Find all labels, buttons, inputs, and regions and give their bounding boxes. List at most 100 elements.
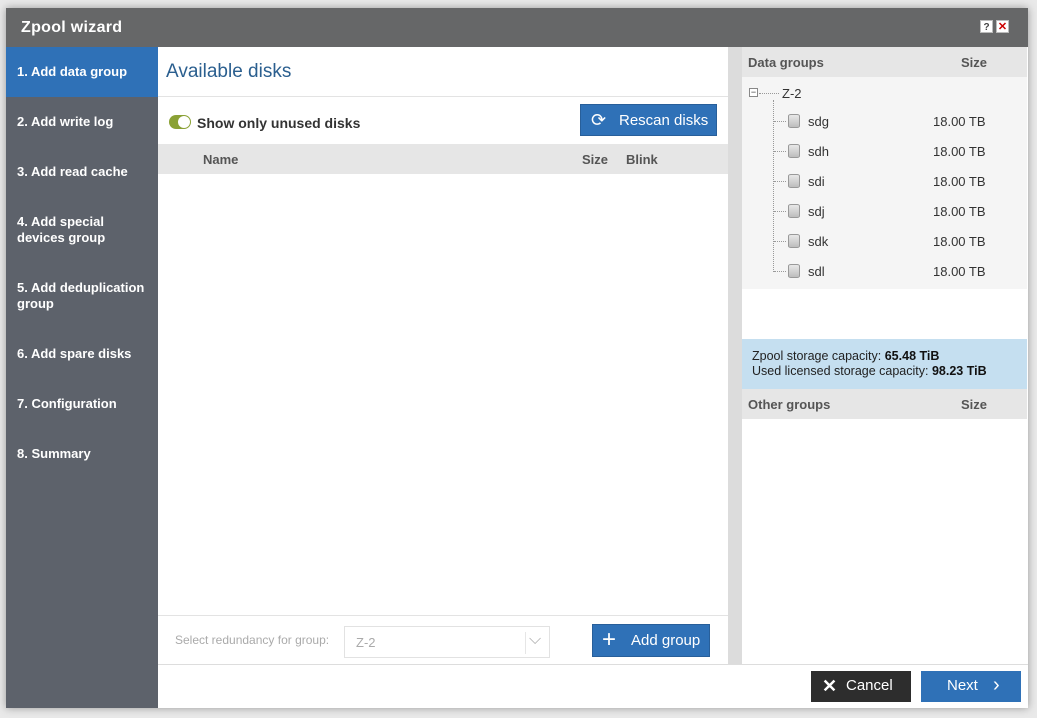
next-button[interactable]: Next › — [921, 671, 1021, 702]
zpool-wizard-dialog: Zpool wizard ? ✕ 1. Add data group 2. Ad… — [6, 8, 1028, 708]
disk-name: sdi — [808, 174, 825, 189]
tree-connector — [774, 271, 786, 272]
help-icon[interactable]: ? — [980, 20, 993, 33]
toggle-knob — [178, 116, 190, 128]
select-divider — [525, 632, 526, 654]
add-group-button[interactable]: + Add group — [592, 624, 710, 657]
step-label: 4. Add special devices group — [17, 214, 106, 245]
disk-size: 18.00 TB — [933, 114, 986, 129]
tree-connector — [774, 151, 786, 152]
step-add-deduplication-group[interactable]: 5. Add deduplication group — [6, 263, 146, 329]
step-label: 8. Summary — [17, 446, 91, 461]
disk-size: 18.00 TB — [933, 234, 986, 249]
cancel-button[interactable]: ✕ Cancel — [811, 671, 911, 702]
step-label: 3. Add read cache — [17, 164, 128, 179]
tree-connector — [759, 93, 779, 94]
zpool-capacity-line: Zpool storage capacity: 65.48 TiB — [752, 349, 1027, 364]
step-add-data-group[interactable]: 1. Add data group — [6, 47, 158, 97]
step-configuration[interactable]: 7. Configuration — [6, 379, 158, 429]
disk-size: 18.00 TB — [933, 174, 986, 189]
step-label: 2. Add write log — [17, 114, 114, 129]
data-groups-size-header: Size — [961, 55, 988, 70]
column-header-name[interactable]: Name — [203, 152, 238, 167]
wizard-steps-sidebar: 1. Add data group 2. Add write log 3. Ad… — [6, 47, 158, 708]
disk-name: sdg — [808, 114, 829, 129]
group-redundancy-bar: Select redundancy for group: Z-2 ⌵ + Add… — [158, 615, 728, 664]
data-groups-tree: − Z-2 sdg 18.00 TB sdh 18.00 TB sdi 18.0… — [742, 77, 1027, 289]
chevron-right-icon: › — [993, 674, 1000, 696]
rescan-disks-label: Rescan disks — [619, 112, 709, 129]
tree-connector — [774, 181, 786, 182]
refresh-icon: ⟳ — [591, 110, 607, 130]
step-label: 6. Add spare disks — [17, 346, 132, 361]
licensed-capacity-label: Used licensed storage capacity: — [752, 364, 929, 378]
disk-icon — [788, 264, 800, 278]
plus-icon: + — [602, 626, 617, 653]
licensed-capacity-line: Used licensed storage capacity: 98.23 Ti… — [752, 364, 1027, 379]
column-header-size[interactable]: Size — [582, 152, 608, 167]
other-groups-size-header: Size — [961, 397, 988, 412]
tree-group-node[interactable]: Z-2 — [782, 86, 802, 101]
tree-disk-row[interactable]: sdh 18.00 TB — [774, 141, 1024, 161]
disk-icon — [788, 144, 800, 158]
show-unused-toggle[interactable] — [169, 115, 191, 129]
tree-connector — [774, 211, 786, 212]
close-icon[interactable]: ✕ — [996, 20, 1009, 33]
cancel-label: Cancel — [846, 677, 893, 694]
next-label: Next — [947, 677, 978, 694]
panel-splitter[interactable] — [728, 47, 742, 664]
step-add-special-devices-group[interactable]: 4. Add special devices group — [6, 197, 118, 263]
data-groups-header: Data groups Size — [742, 47, 1027, 77]
licensed-capacity-value: 98.23 TiB — [931, 364, 987, 378]
collapse-icon[interactable]: − — [749, 88, 758, 97]
tree-disk-row[interactable]: sdl 18.00 TB — [774, 261, 1024, 281]
disk-size: 18.00 TB — [933, 144, 986, 159]
disk-table-header: Name Size Blink — [158, 144, 728, 174]
tree-connector — [774, 241, 786, 242]
disk-name: sdl — [808, 264, 825, 279]
other-groups-title: Other groups — [748, 397, 831, 412]
zpool-capacity-value: 65.48 TiB — [884, 349, 940, 363]
tree-disk-row[interactable]: sdk 18.00 TB — [774, 231, 1024, 251]
tree-disk-row[interactable]: sdi 18.00 TB — [774, 171, 1024, 191]
disk-icon — [788, 204, 800, 218]
add-group-label: Add group — [631, 632, 701, 649]
redundancy-select[interactable]: Z-2 ⌵ — [344, 626, 550, 658]
column-header-blink[interactable]: Blink — [626, 152, 658, 167]
step-summary[interactable]: 8. Summary — [6, 429, 158, 479]
tree-disk-row[interactable]: sdj 18.00 TB — [774, 201, 1024, 221]
disk-name: sdk — [808, 234, 829, 249]
disk-name: sdj — [808, 204, 825, 219]
title-bar: Zpool wizard ? ✕ — [6, 8, 1028, 47]
step-add-spare-disks[interactable]: 6. Add spare disks — [6, 329, 158, 379]
tree-connector — [774, 121, 786, 122]
other-groups-header: Other groups Size — [742, 389, 1027, 419]
zpool-capacity-label: Zpool storage capacity: — [752, 349, 882, 363]
disk-size: 18.00 TB — [933, 204, 986, 219]
step-label: 1. Add data group — [17, 64, 128, 79]
available-disks-heading: Available disks — [166, 61, 292, 82]
data-groups-title: Data groups — [748, 55, 824, 70]
step-label: 5. Add deduplication group — [17, 280, 145, 311]
chevron-down-icon: ⌵ — [529, 631, 542, 648]
tree-disk-row[interactable]: sdg 18.00 TB — [774, 111, 1024, 131]
window-title: Zpool wizard — [21, 19, 123, 36]
groups-panel: Data groups Size − Z-2 sdg 18.00 TB sdh … — [742, 47, 1028, 664]
rescan-disks-button[interactable]: ⟳ Rescan disks — [580, 104, 717, 136]
divider — [158, 96, 728, 97]
close-icon: ✕ — [822, 676, 838, 696]
disk-name: sdh — [808, 144, 829, 159]
dialog-footer: ✕ Cancel Next › — [158, 664, 1028, 708]
available-disks-panel: Available disks Show only unused disks ⟳… — [158, 47, 728, 625]
redundancy-label: Select redundancy for group: — [175, 633, 330, 647]
disk-icon — [788, 174, 800, 188]
capacity-info-box: Zpool storage capacity: 65.48 TiB Used l… — [742, 339, 1027, 389]
show-unused-label: Show only unused disks — [197, 115, 361, 131]
step-add-write-log[interactable]: 2. Add write log — [6, 97, 158, 147]
disk-icon — [788, 114, 800, 128]
step-add-read-cache[interactable]: 3. Add read cache — [6, 147, 158, 197]
redundancy-value: Z-2 — [356, 635, 376, 650]
disk-icon — [788, 234, 800, 248]
step-label: 7. Configuration — [17, 396, 117, 411]
disk-size: 18.00 TB — [933, 264, 986, 279]
